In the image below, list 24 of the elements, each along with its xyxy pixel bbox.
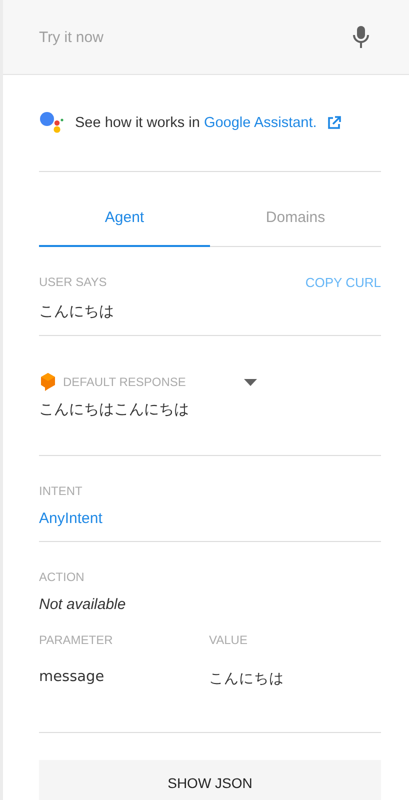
external-link-icon[interactable] — [326, 116, 341, 130]
section-label: USER SAYS — [39, 275, 107, 290]
column-header: PARAMETER — [39, 633, 114, 647]
assistant-link[interactable]: Google Assistant. — [204, 115, 317, 131]
dropdown-caret-icon[interactable] — [244, 378, 257, 386]
tab[interactable]: Agent — [39, 172, 210, 247]
speech-bubble-icon — [39, 372, 57, 392]
column-header: VALUE — [209, 633, 248, 647]
section-label: INTENT — [39, 484, 84, 498]
tab[interactable]: Domains — [210, 172, 381, 247]
assistant-logo-icon — [39, 111, 65, 135]
show-json-button[interactable]: SHOW JSON — [39, 760, 381, 800]
assistant-note: See how it works in Google Assistant. — [75, 115, 317, 131]
intent-link[interactable]: AnyIntent — [39, 510, 381, 527]
table-cell-text: message — [39, 669, 106, 687]
section-label: ACTION — [39, 570, 86, 584]
query-input-field[interactable]: Try it now — [39, 28, 353, 46]
table-cell-text: こんにちは — [209, 670, 285, 688]
action-text: Not available — [39, 596, 127, 613]
user-says-text: こんにちは — [39, 302, 115, 321]
section-label: DEFAULT RESPONSE — [63, 375, 186, 389]
response-text: こんにちはこんにちは — [39, 400, 190, 419]
copy-curl-link[interactable]: COPY CURL — [305, 275, 381, 290]
microphone-icon[interactable] — [353, 26, 369, 48]
